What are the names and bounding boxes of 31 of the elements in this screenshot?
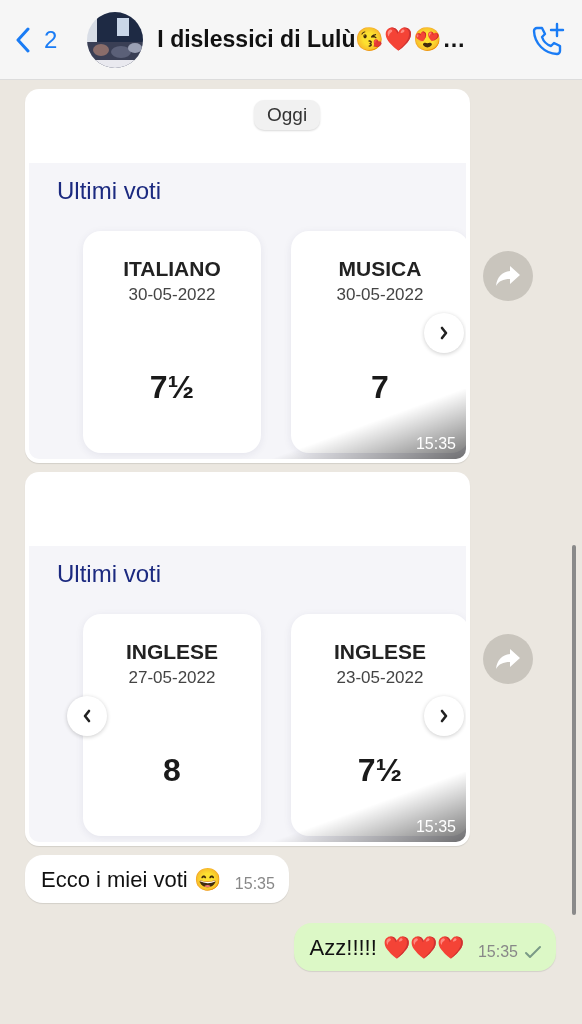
chat-title[interactable]: I dislessici di Lulù😘❤😍…: [157, 26, 524, 53]
date-label: Oggi: [254, 100, 321, 130]
message-time: 15:35: [234, 875, 275, 893]
subject-name: ITALIANO: [123, 257, 221, 281]
message-bubble[interactable]: Azz!!!!! ❤❤❤ 15:35: [293, 923, 556, 971]
subject-name: MUSICA: [338, 257, 422, 281]
grade-date: 27-05-2022: [128, 668, 216, 688]
chevron-right-icon: [439, 709, 449, 723]
message-time: 15:35: [415, 818, 456, 836]
grade-value: 8: [163, 752, 181, 789]
message-time: 15:35: [477, 943, 518, 961]
chevron-left-icon: [82, 709, 92, 723]
grade-date: 30-05-2022: [336, 285, 424, 305]
grade-date: 23-05-2022: [336, 668, 424, 688]
message-time: 15:35: [415, 435, 456, 453]
grade-value: 7: [371, 369, 389, 406]
grade-value: 7½: [149, 369, 195, 406]
message-text: Ecco i miei voti 😄: [41, 867, 221, 893]
unread-count[interactable]: 2: [44, 25, 58, 54]
image-message[interactable]: Ultimi voti INGLESE 27-05-2022 8 INGLESE 23-05-2022 7½ 15:35: [25, 472, 470, 846]
message-text: Azz!!!!! ❤❤❤: [309, 935, 464, 961]
panel-heading: Ultimi voti: [57, 560, 162, 588]
panel-heading: Ultimi voti: [57, 177, 162, 205]
back-icon[interactable]: [16, 26, 30, 53]
subject-name: INGLESE: [125, 640, 219, 664]
add-call-icon[interactable]: [530, 21, 566, 58]
grade-value: 7½: [357, 752, 403, 789]
chevron-right-icon: [439, 326, 449, 340]
subject-name: INGLESE: [333, 640, 427, 664]
message-bubble[interactable]: Ecco i miei voti 😄 15:35: [25, 855, 289, 903]
grade-date: 30-05-2022: [128, 285, 216, 305]
